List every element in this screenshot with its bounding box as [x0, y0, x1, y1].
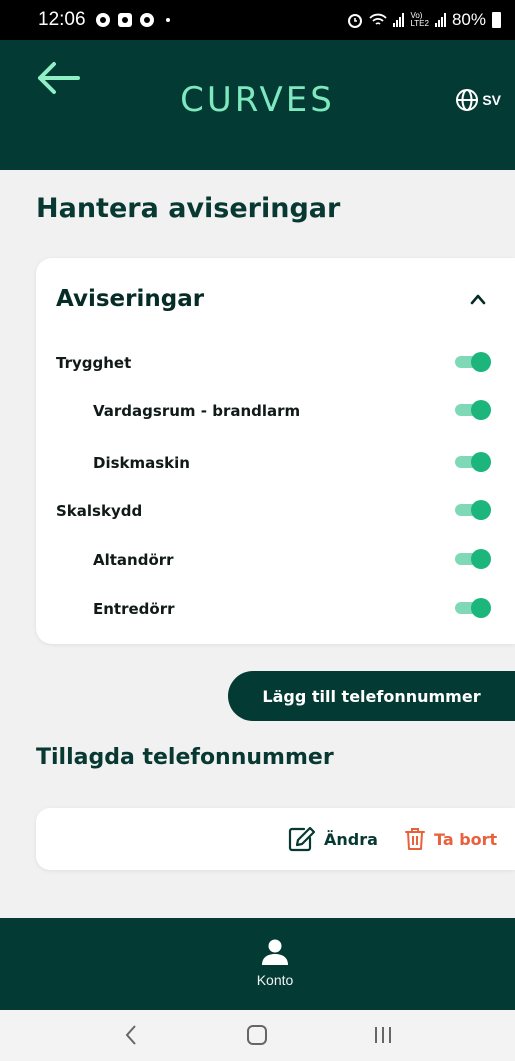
app-header: CURVES SV — [0, 40, 515, 170]
page-title: Hantera aviseringar — [36, 193, 341, 224]
notification-label: Altandörr — [93, 551, 174, 569]
notification-label: Diskmaskin — [93, 454, 190, 472]
toggle-trygghet[interactable] — [455, 352, 491, 372]
phone-number-card: Ändra Ta bort — [36, 808, 515, 870]
edit-button[interactable]: Ändra — [288, 826, 378, 852]
toggle-altandorr[interactable] — [455, 549, 491, 569]
person-icon — [262, 939, 288, 965]
notification-label: Vardagsrum - brandlarm — [93, 402, 301, 420]
toggle-diskmaskin[interactable] — [455, 452, 491, 472]
battery-percent: 80% — [451, 10, 486, 29]
language-label: SV — [482, 92, 501, 108]
volte-icon: Vo) LTE2 — [410, 11, 429, 28]
edit-icon — [288, 826, 316, 852]
home-icon[interactable] — [242, 1022, 272, 1048]
added-phones-title: Tillagda telefonnummer — [36, 745, 334, 770]
status-time: 12:06 — [38, 9, 86, 30]
toggle-vardagsrum-brandlarm[interactable] — [455, 400, 491, 420]
globe-icon — [456, 89, 479, 111]
notification-row-vardagsrum-brandlarm: Vardagsrum - brandlarm — [36, 397, 515, 427]
add-phone-number-button[interactable]: Lägg till telefonnummer — [228, 671, 515, 721]
shield-notification-icon-2 — [139, 13, 154, 27]
notification-row-entredorr: Entredörr — [36, 595, 515, 625]
shield-notification-icon — [95, 13, 110, 27]
notifications-card: Aviseringar Trygghet Vardagsrum - brandl… — [36, 258, 515, 644]
notification-row-trygghet: Trygghet — [36, 349, 515, 379]
notification-row-skalskydd: Skalskydd — [36, 497, 515, 527]
status-bar: 12:06 Vo) LTE2 80% — [0, 0, 515, 40]
notification-row-altandorr: Altandörr — [36, 546, 515, 576]
trash-icon — [405, 828, 425, 850]
notification-label: Skalskydd — [56, 502, 143, 520]
battery-icon — [492, 12, 501, 28]
more-notifications-dot-icon — [165, 18, 170, 22]
nav-account[interactable]: Konto — [240, 938, 310, 998]
delete-label: Ta bort — [434, 829, 498, 849]
signal-icon-2 — [434, 13, 446, 27]
image-notification-icon — [117, 13, 132, 27]
signal-icon — [393, 13, 405, 27]
wifi-icon — [369, 13, 388, 25]
system-navigation-bar — [0, 1010, 515, 1061]
back-icon[interactable] — [117, 1022, 147, 1048]
recent-apps-icon[interactable] — [368, 1022, 398, 1048]
nav-account-label: Konto — [256, 972, 294, 988]
edit-label: Ändra — [324, 829, 378, 849]
brand-logo: CURVES — [180, 80, 335, 120]
bottom-navigation: Konto — [0, 918, 515, 1010]
toggle-entredorr[interactable] — [455, 598, 491, 618]
delete-button[interactable]: Ta bort — [404, 826, 497, 852]
notification-row-diskmaskin: Diskmaskin — [36, 449, 515, 479]
notification-label: Trygghet — [56, 354, 132, 372]
language-switcher[interactable]: SV — [455, 88, 501, 112]
notification-label: Entredörr — [93, 600, 175, 618]
alarm-icon — [348, 14, 363, 28]
chevron-up-icon[interactable] — [470, 291, 486, 307]
notifications-title: Aviseringar — [56, 286, 205, 312]
toggle-skalskydd[interactable] — [455, 500, 491, 520]
